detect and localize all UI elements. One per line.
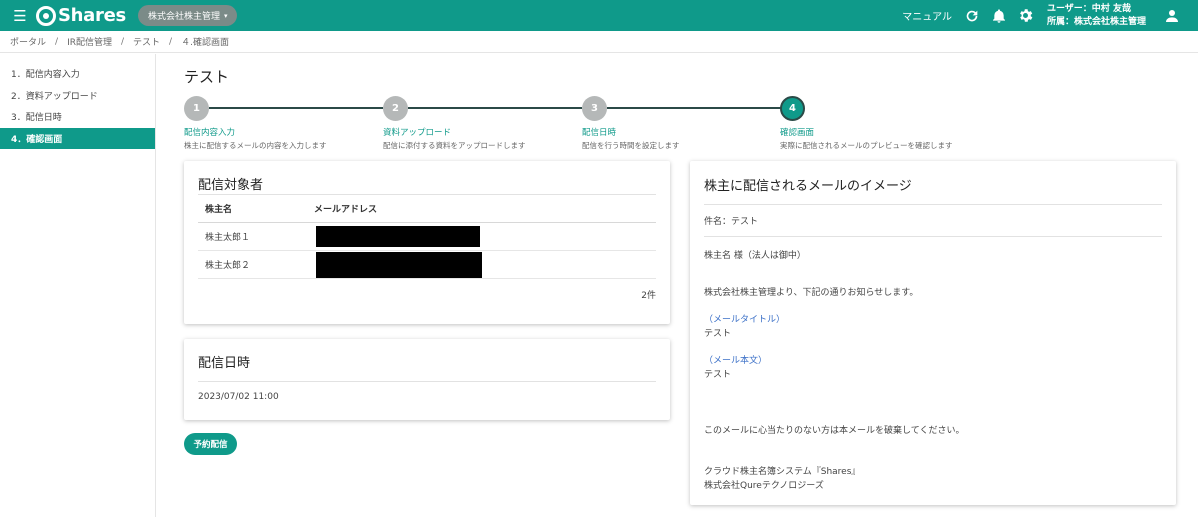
shareholder-name: 株主太郎２ (205, 261, 251, 271)
divider (704, 236, 1162, 237)
email-salutation: 株主名 様（法人は御中） (704, 251, 806, 261)
email-intro: 株式会社株主管理より、下記の通りお知らせします。 (704, 288, 919, 298)
refresh-icon[interactable] (962, 6, 982, 26)
sidebar-item-upload[interactable]: 2．資料アップロード (0, 85, 155, 106)
breadcrumb-separator: / (120, 36, 125, 47)
email-signature-line1: クラウド株主名簿システム『Shares』 (704, 467, 861, 477)
step-3-title: 配信日時 (582, 128, 617, 138)
caret-down-icon: ▾ (223, 11, 228, 20)
delivery-title: 配信日時 (198, 356, 251, 371)
record-count: 2件 (641, 291, 656, 301)
recipients-card: 配信対象者 株主名 メールアドレス 株主太郎１ 株主太郎２ 2件 (184, 161, 670, 324)
sidebar-item-content-input[interactable]: 1．配信内容入力 (0, 63, 155, 84)
user-info: ユーザー：中村 友哉 所属：株式会社株主管理 (1047, 3, 1146, 29)
step-1-circle[interactable]: 1 (184, 96, 209, 121)
column-header-mail: メールアドレス (314, 205, 378, 215)
sidebar: 1．配信内容入力 2．資料アップロード 3．配信日時 4．確認画面 (0, 54, 156, 517)
email-subject: 件名：テスト (704, 217, 759, 227)
step-3-circle[interactable]: 3 (582, 96, 607, 121)
step-2-desc: 配信に添付する資料をアップロードします (383, 141, 526, 150)
breadcrumb: ポータル / IR配信管理 / テスト / ４.確認画面 (0, 31, 1198, 53)
logo-mark-icon (36, 5, 56, 26)
mail-body-label: （メール本文） (704, 356, 768, 366)
step-connector (607, 107, 781, 109)
recipients-title: 配信対象者 (198, 178, 264, 193)
breadcrumb-separator: / (55, 36, 59, 47)
email-cell (314, 223, 656, 250)
delivery-datetime-value: 2023/07/02 11:00 (198, 392, 279, 402)
email-signature-line2: 株式会社Qureテクノロジーズ (704, 481, 824, 491)
sidebar-item-label: 1．配信内容入力 (11, 70, 80, 80)
step-2-circle[interactable]: 2 (383, 96, 408, 121)
mail-body-value: テスト (704, 370, 732, 380)
step-4-desc: 実際に配信されるメールのプレビューを確認します (780, 141, 953, 150)
preview-title: 株主に配信されるメールのイメージ (704, 179, 912, 194)
company-select-button[interactable]: 株式会社株主管理 ▾ (137, 5, 238, 26)
bell-icon[interactable] (989, 6, 1009, 26)
stepper: 1 2 3 4 配信内容入力 資料アップロード 配信日時 確認画面 株主に配信す… (184, 96, 1144, 156)
breadcrumb-test[interactable]: テスト (133, 35, 160, 48)
gear-icon[interactable] (1016, 6, 1036, 26)
company-select-label: 株式会社株主管理 (147, 12, 220, 22)
breadcrumb-separator: / (169, 36, 173, 47)
divider (704, 204, 1162, 205)
step-1-desc: 株主に配信するメールの内容を入力します (184, 141, 327, 150)
email-cell (314, 251, 656, 278)
sidebar-item-confirm[interactable]: 4．確認画面 (0, 127, 155, 149)
step-connector (408, 107, 582, 109)
breadcrumb-current: ４.確認画面 (181, 38, 229, 48)
user-name: ユーザー：中村 友哉 (1046, 3, 1131, 14)
step-4-title: 確認画面 (780, 128, 815, 138)
step-3-desc: 配信を行う時間を設定します (582, 141, 680, 150)
step-1-title: 配信内容入力 (184, 128, 236, 138)
step-4-circle[interactable]: 4 (780, 96, 805, 121)
top-bar: ☰ Shares 株式会社株主管理 ▾ マニュアル ユーザー：中村 友哉 所属：… (0, 0, 1198, 31)
shareholder-name: 株主太郎１ (205, 233, 251, 243)
logo[interactable]: Shares (36, 5, 126, 26)
redacted-email (316, 252, 482, 278)
email-preview-card: 株主に配信されるメールのイメージ 件名：テスト 株主名 様（法人は御中） 株式会… (690, 161, 1176, 505)
breadcrumb-portal[interactable]: ポータル (10, 35, 46, 48)
sidebar-item-label: 3．配信日時 (11, 113, 62, 123)
account-icon[interactable] (1162, 6, 1182, 26)
sidebar-item-label: 4．確認画面 (11, 134, 63, 145)
table-header: 株主名 メールアドレス (198, 195, 656, 223)
step-connector (209, 107, 383, 109)
user-affiliation: 所属：株式会社株主管理 (1046, 16, 1146, 27)
page-title: テスト (184, 68, 230, 86)
column-header-name: 株主名 (205, 205, 233, 215)
menu-icon[interactable]: ☰ (0, 0, 40, 31)
schedule-delivery-button[interactable]: 予約配信 (184, 433, 237, 455)
mail-title-label: （メールタイトル） (704, 315, 786, 325)
table-row: 株主太郎１ (198, 223, 656, 251)
table-row: 株主太郎２ (198, 251, 656, 279)
step-2-title: 資料アップロード (383, 128, 452, 138)
sidebar-item-datetime[interactable]: 3．配信日時 (0, 106, 155, 127)
logo-text: Shares (58, 5, 126, 26)
sidebar-item-label: 2．資料アップロード (11, 91, 98, 102)
breadcrumb-ir[interactable]: IR配信管理 (67, 35, 112, 48)
divider (198, 381, 656, 382)
redacted-email (316, 226, 480, 247)
email-disclaimer: このメールに心当たりのない方は本メールを破棄してください。 (704, 426, 965, 436)
mail-title-value: テスト (704, 329, 732, 339)
manual-link[interactable]: マニュアル (902, 8, 952, 23)
delivery-datetime-card: 配信日時 2023/07/02 11:00 (184, 339, 670, 420)
